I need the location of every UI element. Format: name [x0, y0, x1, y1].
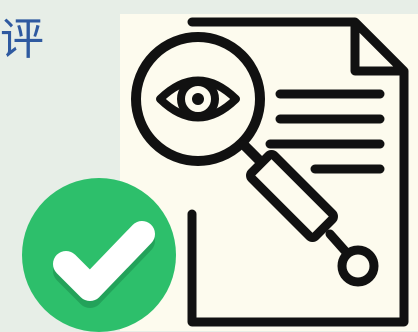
magnifier-tail [325, 229, 351, 257]
badge-circle [22, 178, 176, 332]
checkmark-badge-icon [22, 178, 176, 332]
page-title: 评 [0, 14, 44, 65]
magnifier-neck [239, 140, 265, 166]
eye-pupil [192, 93, 204, 105]
checkmark-badge-svg [22, 178, 176, 332]
magnifier-knob [337, 245, 379, 287]
